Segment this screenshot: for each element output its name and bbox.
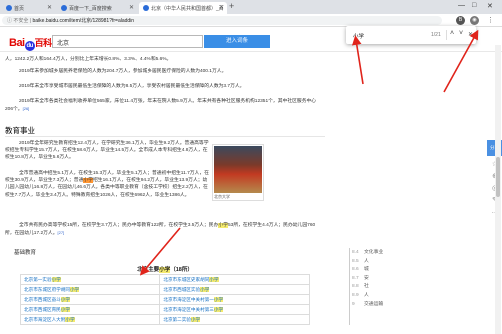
tab-label: 北京（中华人民共和国首都）_百 (151, 6, 224, 12)
logo-baike-text: 百科 (34, 38, 53, 48)
campus-photo (214, 146, 262, 193)
tab-favicon-icon (6, 5, 12, 11)
school-link[interactable]: 北京第二实验小学 (159, 314, 310, 325)
school-link[interactable]: 北京市海淀区中关村第一小学 (159, 294, 310, 305)
tab-baidu-search[interactable]: 百度一下_百度搜索 ✕ (57, 2, 137, 14)
close-window-button[interactable]: ✕ (487, 2, 493, 10)
school-link[interactable]: 北京市东城区史家胡同小学 (159, 274, 310, 285)
tab-favicon-icon (61, 5, 67, 11)
paragraph-welfare: 2019年末全市各类社会福利收养单位565家，床位11.4万张，年末在院人数5.… (5, 98, 323, 113)
match-highlight: 小学 (159, 267, 171, 273)
find-close-icon[interactable]: ✕ (468, 31, 473, 38)
tab-close-icon[interactable]: ✕ (129, 4, 134, 11)
paragraph-insurance-summary: 人，1242.2万人和164.4万人，分别比上年末增长0.8%、3.3%、4.4… (5, 57, 172, 62)
toc-item[interactable]: 8.5 人 (352, 257, 412, 266)
find-divider (446, 30, 447, 40)
paragraph-minimum-living: 2019年末全市享受城市居民最低生活保障的人数为8.5万人，享受农村居民最低生活… (19, 84, 245, 89)
table-of-contents: 8.4 文化事业 8.5 人 8.6 城 8.7 安 8.8 社 8.9 人 9 交通运输 (352, 248, 412, 308)
private-edu-text-a: 全市共有民办高等学校15所，在校学生3.7万人；民办中等教育122所，在校学生3… (19, 223, 219, 228)
citation-link[interactable]: [26] (23, 106, 30, 111)
school-link[interactable]: 北京市西城区实验小学 (159, 284, 310, 295)
bookmark-star-icon[interactable]: B (456, 16, 465, 25)
tab-close-icon[interactable]: ✕ (47, 4, 52, 11)
scrollbar-thumb[interactable] (496, 157, 500, 197)
profile-avatar-icon[interactable]: ◉ (470, 16, 479, 25)
tab-home[interactable]: 首页 ✕ (2, 2, 55, 14)
subsection-basic-education: 基础教育 (14, 250, 37, 256)
paragraph-higher-education: 2019年全年研究生教育招生12.4万人，在学研究生36.1万人，毕业生9.2万… (5, 140, 210, 162)
peking-university-image[interactable]: 北京大学 (212, 144, 264, 201)
find-next-icon[interactable]: ˅ (459, 30, 463, 37)
find-input[interactable]: 小学 (353, 32, 364, 40)
search-input[interactable]: 北京 (52, 35, 203, 48)
find-previous-icon[interactable]: ˄ (450, 30, 454, 37)
section-title-education: 教育事业 (5, 126, 35, 135)
table-row: 北京市海淀区人大附小学 北京第二实验小学 (19, 314, 310, 325)
paw-icon: du (24, 41, 35, 51)
primary-schools-table: 北京第一实验小学 北京市东城区史家胡同小学 北京市东城区府学胡同小学 北京市西城… (19, 274, 310, 325)
table-title: 北京主要小学（18所） (0, 265, 330, 273)
section-divider (5, 136, 325, 137)
school-link[interactable]: 北京市西城区育民小学 (19, 304, 161, 315)
toc-line (349, 248, 350, 325)
table-row: 北京市西城区奋斗小学 北京市海淀区中关村第一小学 (19, 294, 310, 305)
tab-close-icon[interactable]: ✕ (219, 4, 224, 11)
table-row: 北京市西城区育民小学 北京市海淀区中关村第三小学 (19, 304, 310, 315)
baidu-baike-logo[interactable]: Bai du 百科 (9, 36, 52, 51)
tab-beijing-baike[interactable]: 北京（中华人民共和国首都）_百 ✕ (139, 2, 227, 14)
paragraph-school-education: 全市普通高中招生5.1万人，在校生15.3万人，毕业生5.1万人；普通初中招生1… (5, 170, 210, 199)
omnibox[interactable]: ⓘ 不安全 | baike.baidu.com/item/北京/128981?f… (2, 16, 442, 25)
current-match-highlight: 小学 (83, 178, 93, 184)
tab-label: 首页 (14, 6, 25, 12)
table-row: 北京第一实验小学 北京市东城区史家胡同小学 (19, 274, 310, 285)
toc-item[interactable]: 8.6 城 (352, 265, 412, 274)
school-link[interactable]: 北京市海淀区中关村第三小学 (159, 304, 310, 315)
welfare-text: 2019年末全市各类社会福利收养单位565家，床位11.4万张，年末在院人数5.… (5, 99, 317, 113)
page-scrollbar[interactable] (495, 45, 501, 334)
image-caption: 北京大学 (214, 194, 230, 199)
tab-favicon-icon (143, 5, 149, 11)
security-label: 不安全 (13, 18, 29, 24)
toc-item[interactable]: 8.7 安 (352, 274, 412, 283)
table-title-count: （18所） (170, 267, 193, 273)
logo-text: Bai (9, 37, 25, 49)
toc-item[interactable]: 8.9 人 (352, 291, 412, 300)
menu-kebab-icon[interactable]: ⋮ (486, 16, 495, 25)
info-icon[interactable]: ⓘ (7, 18, 12, 24)
paragraph-private-education: 全市共有民办高等学校15所，在校学生3.7万人；民办中等教育122所，在校学生3… (5, 222, 323, 237)
url-text[interactable]: baike.baidu.com/item/北京/128981?fr=aladdi… (33, 18, 135, 24)
paragraph-pension: 2019年末参加城乡居民养老保险的人数为204.7万人，参加城乡居民医疗保险的人… (19, 69, 227, 74)
school-link[interactable]: 北京市东城区府学胡同小学 (19, 284, 161, 295)
table-title-text: 北京主要 (137, 267, 160, 273)
toc-item[interactable]: 8.4 文化事业 (352, 248, 412, 257)
new-tab-button[interactable]: + (229, 1, 234, 11)
minimize-button[interactable]: — (458, 2, 465, 9)
find-match-count: 1/21 (431, 32, 441, 38)
school-link[interactable]: 北京市西城区奋斗小学 (19, 294, 161, 305)
school-link[interactable]: 北京第一实验小学 (19, 274, 161, 285)
find-in-page-bar: 小学 1/21 ˄ ˅ ✕ (346, 26, 476, 44)
table-row: 北京市东城区府学胡同小学 北京市西城区实验小学 (19, 284, 310, 295)
tab-label: 百度一下_百度搜索 (69, 6, 112, 12)
citation-link[interactable]: [27] (58, 230, 65, 235)
higher-edu-text: 2019年全年研究生教育招生12.4万人，在学研究生36.1万人，毕业生9.2万… (5, 141, 209, 161)
toc-item[interactable]: 9 交通运输 (352, 300, 412, 309)
school-link[interactable]: 北京市海淀区人大附小学 (19, 314, 161, 325)
toc-item[interactable]: 8.8 社 (352, 282, 412, 291)
tab-bar: 首页 ✕ 百度一下_百度搜索 ✕ 北京（中华人民共和国首都）_百 ✕ + — □… (0, 0, 502, 14)
enter-entry-button[interactable]: 进入词条 (204, 35, 270, 48)
maximize-button[interactable]: □ (472, 2, 476, 9)
match-highlight: 小学 (218, 223, 228, 228)
